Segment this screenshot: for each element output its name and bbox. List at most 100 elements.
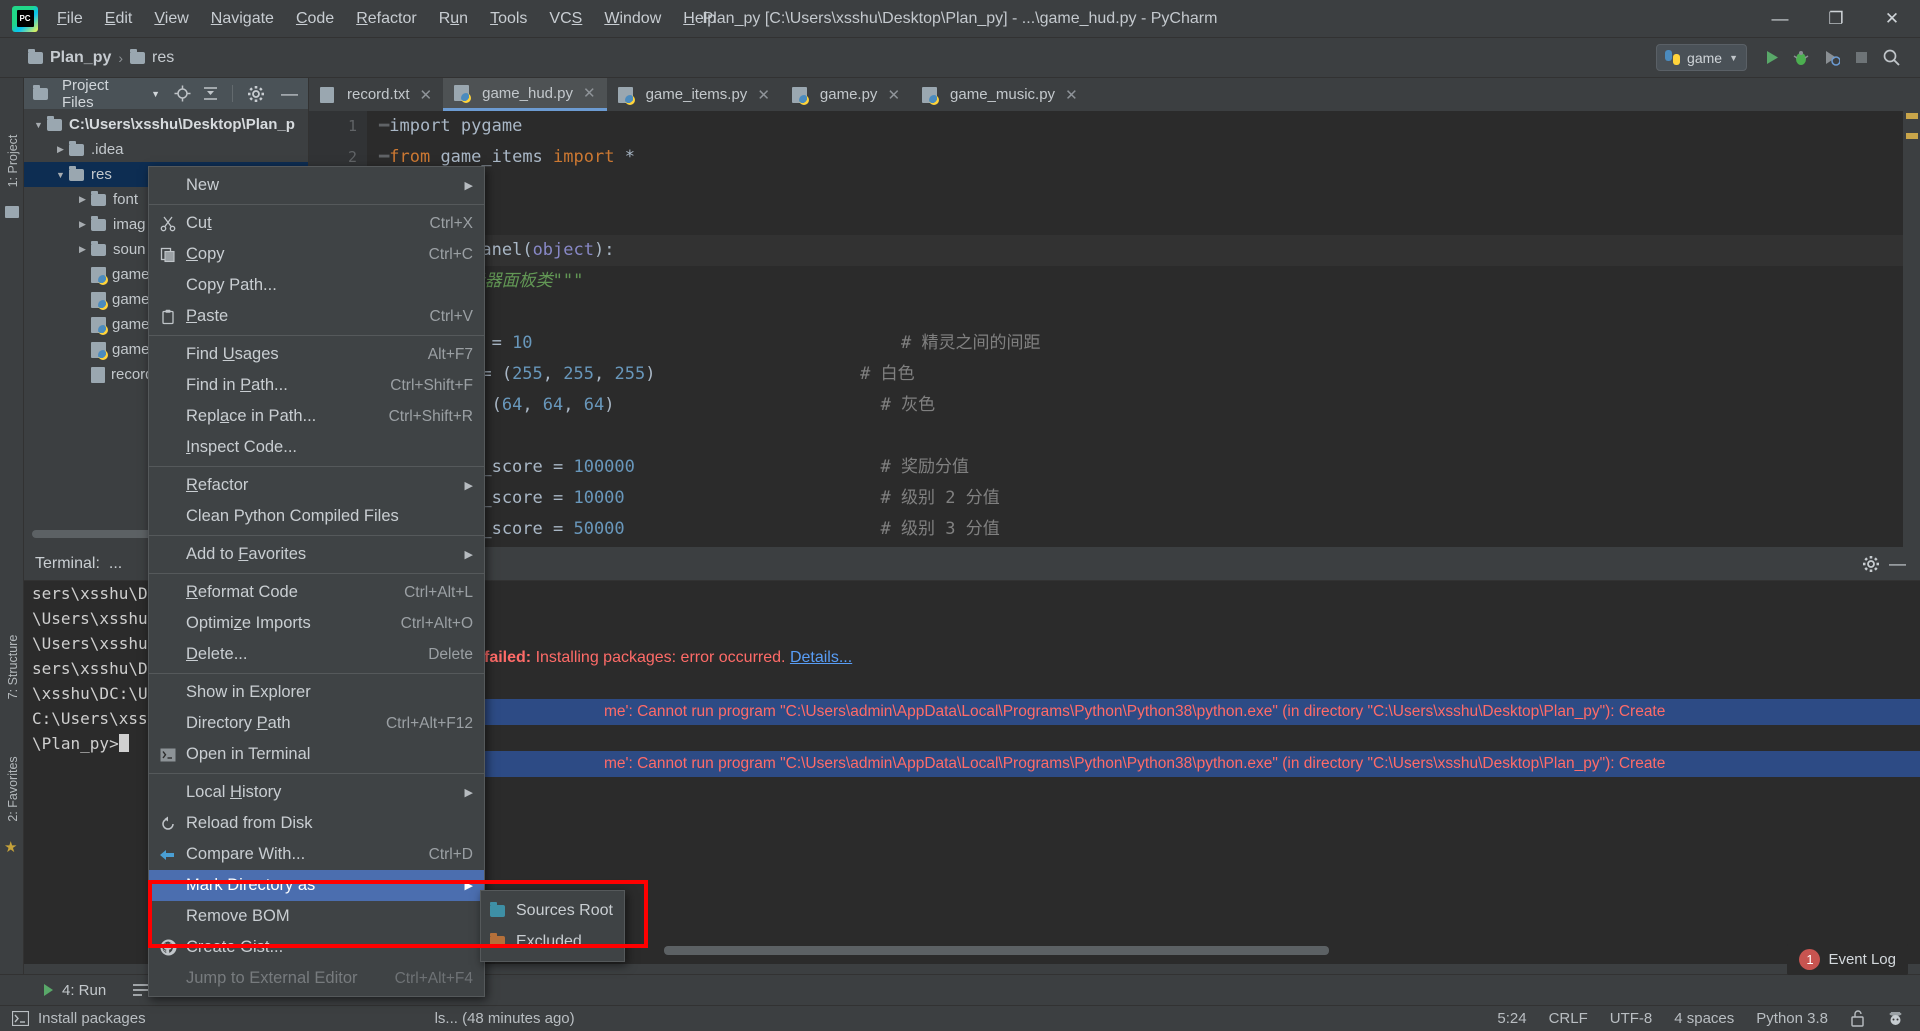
chevron-right-icon[interactable]: ▶ [74, 194, 91, 205]
menu-item-replace-in-path[interactable]: Replace in Path... Ctrl+Shift+R [149, 401, 484, 432]
chevron-down-icon[interactable]: ▼ [30, 120, 47, 130]
error-stripe-mark[interactable] [1906, 113, 1918, 119]
menu-item-open-in-terminal[interactable]: Open in Terminal [149, 739, 484, 770]
terminal-horizontal-scrollbar[interactable] [664, 946, 1329, 955]
close-button[interactable]: ✕ [1864, 0, 1920, 38]
caret-position[interactable]: 5:24 [1497, 1010, 1526, 1027]
menu-item-copy-path[interactable]: Copy Path... [149, 270, 484, 301]
hector-icon[interactable] [1887, 1010, 1904, 1027]
menu-item-compare-with[interactable]: Compare With... Ctrl+D [149, 839, 484, 870]
stop-button[interactable] [1846, 43, 1876, 73]
menu-item-new[interactable]: New ▶ [149, 170, 484, 201]
breadcrumb[interactable]: Plan_py › res [28, 48, 174, 67]
breadcrumb-item-project[interactable]: Plan_py [50, 49, 111, 67]
editor-tab-record-txt[interactable]: record.txt ✕ [309, 78, 443, 111]
submenu-item-sources-root[interactable]: Sources Root [481, 895, 624, 926]
menu-item-optimize-imports[interactable]: Optimize Imports Ctrl+Alt+O [149, 608, 484, 639]
event-log-button[interactable]: 1 Event Log [1787, 944, 1908, 975]
menu-view[interactable]: View [143, 6, 199, 32]
minimize-button[interactable]: — [1752, 0, 1808, 38]
close-icon[interactable]: ✕ [1065, 86, 1078, 104]
menu-file[interactable]: File [46, 6, 94, 32]
tree-item-root[interactable]: ▼ C:\Users\xsshu\Desktop\Plan_p [24, 112, 308, 137]
tool-window-project[interactable]: 1: Project [6, 126, 20, 196]
menu-item-reformat-code[interactable]: Reformat Code Ctrl+Alt+L [149, 577, 484, 608]
code-content[interactable]: ━import pygame ━from game_items import *… [367, 111, 1903, 547]
menu-item-refactor[interactable]: Refactor ▶ [149, 470, 484, 501]
editor-tab-game-items-py[interactable]: game_items.py ✕ [607, 78, 781, 111]
menu-item-clean-python-compiled-files[interactable]: Clean Python Compiled Files [149, 501, 484, 532]
menu-help[interactable]: Help [672, 6, 727, 32]
gear-icon[interactable] [1862, 555, 1880, 573]
terminal-more[interactable]: ... [109, 555, 122, 573]
menu-item-find-in-path[interactable]: Find in Path... Ctrl+Shift+F [149, 370, 484, 401]
close-icon[interactable]: ✕ [420, 86, 433, 104]
menu-refactor[interactable]: Refactor [345, 6, 427, 32]
menu-tools[interactable]: Tools [479, 6, 538, 32]
menu-code[interactable]: Code [285, 6, 345, 32]
window-controls[interactable]: — ❐ ✕ [1752, 0, 1920, 38]
run-button[interactable] [1756, 43, 1786, 73]
close-icon[interactable]: ✕ [757, 86, 770, 104]
editor-tab-game-py[interactable]: game.py ✕ [781, 78, 911, 111]
close-icon[interactable]: ✕ [887, 86, 900, 104]
mark-directory-as-submenu[interactable]: Sources Root Excluded [480, 890, 625, 962]
menu-item-reload-from-disk[interactable]: Reload from Disk [149, 808, 484, 839]
menu-item-mark-directory-as[interactable]: Mark Directory as ▶ [149, 870, 484, 901]
editor-tab-bar[interactable]: record.txt ✕ game_hud.py ✕ game_items.py… [309, 78, 1920, 111]
details-link[interactable]: Details... [790, 649, 852, 666]
unlocked-icon[interactable] [1850, 1010, 1865, 1027]
menu-item-find-usages[interactable]: Find Usages Alt+F7 [149, 339, 484, 370]
breadcrumb-item-res[interactable]: res [152, 49, 174, 67]
menu-item-remove-bom[interactable]: Remove BOM [149, 901, 484, 932]
editor-tab-game-hud-py[interactable]: game_hud.py ✕ [443, 78, 607, 111]
indent-setting[interactable]: 4 spaces [1674, 1010, 1734, 1027]
hide-panel-icon[interactable]: — [1889, 554, 1906, 574]
menu-item-cut[interactable]: Cut Ctrl+X [149, 208, 484, 239]
chevron-down-icon[interactable]: ▼ [151, 89, 160, 99]
run-configuration-selector[interactable]: game ▼ [1656, 44, 1747, 71]
debug-button[interactable] [1786, 43, 1816, 73]
chevron-right-icon[interactable]: ▶ [74, 244, 91, 255]
menu-navigate[interactable]: Navigate [200, 6, 285, 32]
code-editor[interactable]: 1 2 ━import pygame ━from game_items impo… [309, 111, 1903, 547]
submenu-item-excluded[interactable]: Excluded [481, 926, 624, 957]
editor-right-gutter[interactable] [1903, 111, 1920, 547]
project-files-label[interactable]: Project Files [62, 77, 144, 111]
menu-item-create-gist[interactable]: Create Gist... [149, 932, 484, 963]
install-packages-label[interactable]: Install packages [38, 1010, 146, 1027]
maximize-button[interactable]: ❐ [1808, 0, 1864, 38]
tool-window-run[interactable]: 4: Run [28, 982, 119, 999]
search-everywhere-icon[interactable] [1876, 43, 1906, 73]
tree-item-idea[interactable]: ▶ .idea [24, 137, 308, 162]
menu-vcs[interactable]: VCS [538, 6, 593, 32]
error-stripe-mark[interactable] [1906, 133, 1918, 139]
menu-item-add-to-favorites[interactable]: Add to Favorites ▶ [149, 539, 484, 570]
line-separator[interactable]: CRLF [1549, 1010, 1588, 1027]
menu-edit[interactable]: Edit [94, 6, 144, 32]
gear-icon[interactable] [247, 85, 265, 103]
terminal-icon[interactable] [12, 1011, 29, 1026]
menu-item-local-history[interactable]: Local History ▶ [149, 777, 484, 808]
menu-item-inspect-code[interactable]: Inspect Code... [149, 432, 484, 463]
file-encoding[interactable]: UTF-8 [1610, 1010, 1653, 1027]
chevron-right-icon[interactable]: ▶ [52, 144, 69, 155]
tool-window-structure[interactable]: 7: Structure [6, 632, 20, 702]
locate-icon[interactable] [174, 85, 191, 102]
menu-item-show-in-explorer[interactable]: Show in Explorer [149, 677, 484, 708]
menu-item-paste[interactable]: Paste Ctrl+V [149, 301, 484, 332]
menu-item-delete[interactable]: Delete... Delete [149, 639, 484, 670]
tool-window-favorites[interactable]: 2: Favorites [6, 754, 20, 824]
python-interpreter[interactable]: Python 3.8 [1756, 1010, 1828, 1027]
editor-tab-game-music-py[interactable]: game_music.py ✕ [911, 78, 1089, 111]
context-menu[interactable]: New ▶ Cut Ctrl+X Copy Ctrl+C Copy Path..… [148, 166, 485, 997]
menu-item-copy[interactable]: Copy Ctrl+C [149, 239, 484, 270]
menu-item-directory-path[interactable]: Directory Path Ctrl+Alt+F12 [149, 708, 484, 739]
collapse-all-icon[interactable] [202, 85, 219, 102]
chevron-down-icon[interactable]: ▼ [52, 170, 69, 180]
close-icon[interactable]: ✕ [583, 84, 596, 102]
menu-bar[interactable]: File Edit View Navigate Code Refactor Ru… [46, 0, 727, 38]
chevron-right-icon[interactable]: ▶ [74, 219, 91, 230]
menu-window[interactable]: Window [593, 6, 672, 32]
hide-panel-icon[interactable]: — [281, 84, 298, 104]
